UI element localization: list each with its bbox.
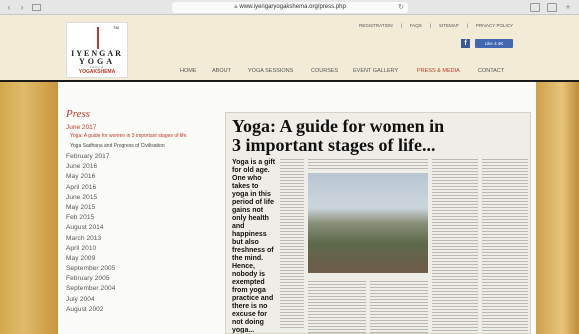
link-faqs[interactable]: FAQS — [410, 23, 422, 28]
utility-links: REGISTRATION | FAQS | SITEMAP | PRIVACY … — [359, 23, 513, 28]
clipping-photo — [308, 173, 428, 273]
clipping-text-column — [308, 281, 366, 333]
logo-trademark: TM — [113, 25, 119, 30]
clipping-pull-quote: Yoga is a gift for old age. One who take… — [232, 159, 276, 334]
nav-home[interactable]: HOME — [180, 68, 212, 74]
nav-press-media[interactable]: PRESS & MEDIA — [417, 68, 478, 74]
clipping-headline-line: 3 important stages of life... — [232, 135, 436, 155]
archive-month[interactable]: August 2002 — [66, 305, 226, 315]
reload-icon[interactable]: ↻ — [398, 2, 404, 13]
clipping-text-column — [280, 159, 304, 329]
archive-month[interactable]: February 2005 — [66, 274, 226, 284]
main-content: Press June 2017 Yoga: A guide for women … — [58, 82, 536, 334]
address-bar[interactable]: 🔒︎ www.iyengaryogakshema.org/press.php ↻ — [172, 2, 408, 13]
page-title: Press — [66, 108, 91, 120]
site-logo[interactable]: TM IYENGAR YOGA centre YOGAKSHEMA — [66, 22, 128, 78]
nav-event-gallery[interactable]: EVENT GALLERY — [353, 68, 417, 74]
new-tab-icon[interactable]: + — [563, 3, 573, 12]
back-icon[interactable]: ‹ — [4, 3, 14, 12]
clipping-headline: Yoga: A guide for women in 3 important s… — [232, 117, 444, 155]
archive-article-link[interactable]: Yoga: A guide for women in 3 important s… — [70, 133, 226, 139]
nav-contact[interactable]: CONTACT — [478, 68, 510, 74]
archive-month[interactable]: April 2016 — [66, 183, 226, 193]
link-registration[interactable]: REGISTRATION — [359, 23, 392, 28]
background-image-right — [536, 82, 579, 334]
logo-text-yogakshema: YOGAKSHEMA — [78, 69, 116, 75]
divider: | — [466, 23, 468, 28]
press-archive-list: June 2017 Yoga: A guide for women in 3 i… — [66, 124, 226, 315]
nav-about[interactable]: ABOUT — [212, 68, 248, 74]
archive-month[interactable]: March 2013 — [66, 234, 226, 244]
archive-article-link[interactable]: Yoga Sadhana and Progress of Civilisatio… — [70, 143, 226, 149]
nav-courses[interactable]: COURSES — [311, 68, 353, 74]
archive-month[interactable]: June 2016 — [66, 162, 226, 172]
link-sitemap[interactable]: SITEMAP — [439, 23, 459, 28]
clipping-headline-line: Yoga: A guide for women in — [232, 116, 445, 136]
archive-month[interactable]: September 2005 — [66, 264, 226, 274]
background-image-left — [0, 82, 58, 334]
facebook-icon[interactable]: f — [461, 39, 470, 48]
site-header: TM IYENGAR YOGA centre YOGAKSHEMA REGIST… — [0, 15, 579, 81]
link-privacy-policy[interactable]: PRIVACY POLICY — [476, 23, 513, 28]
divider: | — [429, 23, 431, 28]
clipping-text-column — [482, 159, 528, 333]
archive-month[interactable]: May 2016 — [66, 172, 226, 182]
archive-month-active[interactable]: June 2017 — [66, 124, 226, 131]
clipping-text-column — [308, 159, 428, 171]
logo-mark — [97, 27, 99, 49]
forward-icon[interactable]: › — [17, 3, 27, 12]
clipping-text-column — [370, 281, 428, 333]
sidebar-toggle-icon[interactable] — [32, 4, 41, 11]
archive-month[interactable]: February 2017 — [66, 152, 226, 162]
nav-yoga-sessions[interactable]: YOGA SESSIONS — [248, 68, 311, 74]
tabs-icon[interactable] — [547, 3, 557, 12]
browser-toolbar: ‹ › 🔒︎ www.iyengaryogakshema.org/press.ph… — [0, 0, 579, 15]
clipping-text-column — [432, 159, 478, 333]
archive-month[interactable]: May 2015 — [66, 203, 226, 213]
archive-month[interactable]: April 2010 — [66, 244, 226, 254]
archive-month[interactable]: Feb 2015 — [66, 213, 226, 223]
archive-month[interactable]: May 2009 — [66, 254, 226, 264]
main-nav: HOME ABOUT YOGA SESSIONS COURSES EVENT G… — [180, 68, 510, 74]
lock-icon: 🔒︎ — [234, 4, 238, 10]
facebook-like-button[interactable]: Like 4.4K — [475, 39, 513, 48]
share-icon[interactable] — [530, 3, 540, 12]
archive-month[interactable]: August 2014 — [66, 223, 226, 233]
archive-month[interactable]: July 2004 — [66, 295, 226, 305]
divider: | — [400, 23, 402, 28]
address-bar-url: www.iyengaryogakshema.org/press.php — [239, 4, 346, 10]
archive-month[interactable]: September 2004 — [66, 284, 226, 294]
newspaper-clipping[interactable]: Yoga: A guide for women in 3 important s… — [225, 112, 531, 334]
archive-month[interactable]: June 2015 — [66, 193, 226, 203]
